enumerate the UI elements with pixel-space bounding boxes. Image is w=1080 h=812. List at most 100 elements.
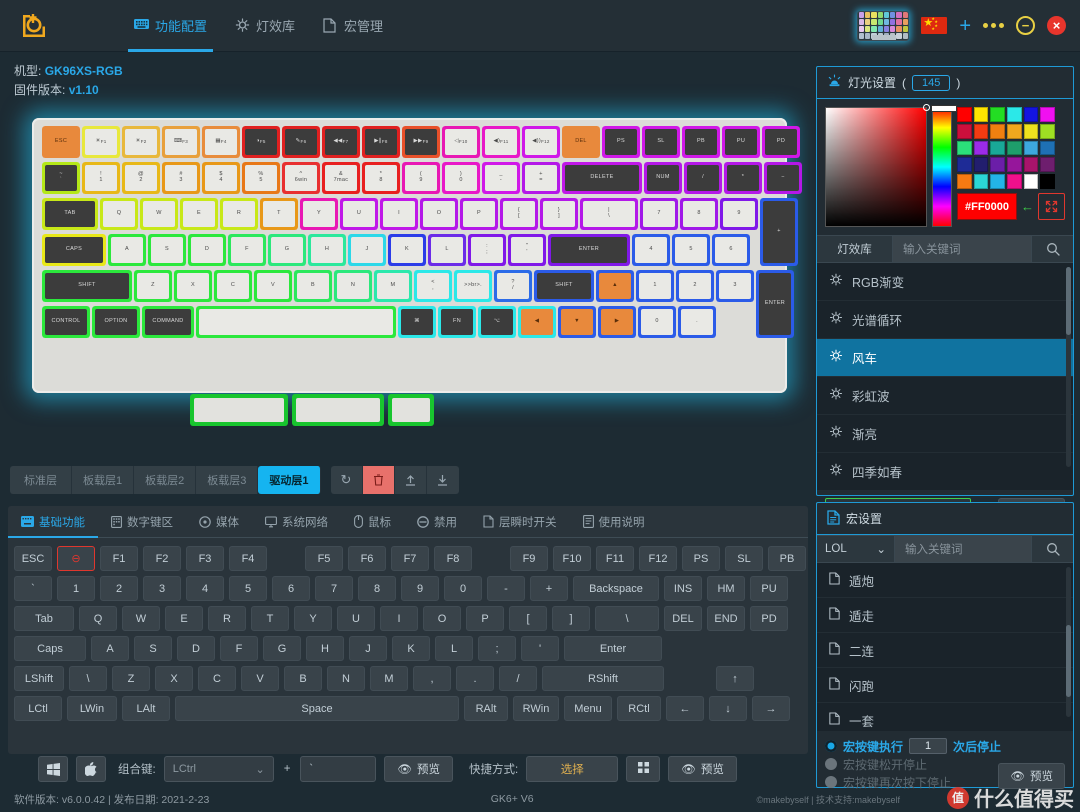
macro-group-select[interactable]: LOL ⌄ [817, 536, 895, 562]
macro-list-scrollbar[interactable] [1066, 567, 1071, 717]
preview-key[interactable]: ENTER [756, 270, 794, 338]
key-button[interactable]: RWin [513, 696, 559, 721]
preview-key[interactable]: ▶∥ F8 [362, 126, 400, 158]
preview-key[interactable]: P [460, 198, 498, 230]
preview-key[interactable]: 5 [672, 234, 710, 266]
key-button[interactable]: I [380, 606, 418, 631]
key-button[interactable]: [ [509, 606, 547, 631]
key-button[interactable]: 2 [100, 576, 138, 601]
preview-key[interactable]: SL [642, 126, 680, 158]
preview-key[interactable]: Z [134, 270, 172, 302]
effect-list-item[interactable]: 风车 [817, 339, 1073, 377]
key-button[interactable]: B [284, 666, 322, 691]
reset-layer-button[interactable]: ↻ [330, 466, 363, 494]
preview-key[interactable]: B [294, 270, 332, 302]
key-button[interactable]: F1 [100, 546, 138, 571]
key-button[interactable]: LShift [14, 666, 64, 691]
key-button[interactable]: M [370, 666, 408, 691]
color-swatch[interactable] [990, 140, 1005, 156]
key-button[interactable]: R [208, 606, 246, 631]
repeat-count-input[interactable]: 1 [909, 738, 948, 754]
preview-key[interactable]: }] [540, 198, 578, 230]
key-button[interactable]: C [198, 666, 236, 691]
color-swatch-grid[interactable] [957, 107, 1055, 189]
preview-key[interactable]: ✎ F6 [282, 126, 320, 158]
preview-key[interactable]: PS [602, 126, 640, 158]
key-button[interactable]: F7 [391, 546, 429, 571]
preview-key[interactable]: + = [522, 162, 560, 194]
key-button[interactable]: E [165, 606, 203, 631]
color-swatch[interactable] [973, 157, 989, 173]
preview-key[interactable]: ◁ F10 [442, 126, 480, 158]
color-swatch[interactable] [1007, 107, 1022, 122]
preview-key[interactable]: / [684, 162, 722, 194]
color-swatch[interactable] [957, 107, 972, 122]
preview-key[interactable]: PU [722, 126, 760, 158]
function-tab-5[interactable]: 禁用 [404, 506, 470, 537]
color-swatch[interactable] [1023, 107, 1039, 122]
color-swatch[interactable] [1023, 157, 1039, 173]
key-button[interactable]: PD [750, 606, 788, 631]
preview-key[interactable]: Y [300, 198, 338, 230]
color-swatch[interactable] [973, 140, 989, 156]
key-button[interactable]: , [413, 666, 451, 691]
preview-key[interactable]: D [188, 234, 226, 266]
key-button[interactable]: F5 [305, 546, 343, 571]
preview-key[interactable]: CAPS [42, 234, 106, 266]
preview-key[interactable]: | \ [580, 198, 638, 230]
key-button[interactable]: + [530, 576, 568, 601]
key-button[interactable]: HM [707, 576, 745, 601]
key-button[interactable]: X [155, 666, 193, 691]
preview-key[interactable]: I [380, 198, 418, 230]
preview-key[interactable]: NUM [644, 162, 682, 194]
key-button[interactable]: S [134, 636, 172, 661]
preview-key[interactable]: 9 [720, 198, 758, 230]
preview-key[interactable] [196, 306, 396, 338]
preview-key[interactable]: ▦ F4 [202, 126, 240, 158]
key-button[interactable]: LWin [67, 696, 117, 721]
color-swatch[interactable] [1040, 107, 1055, 122]
key-button[interactable]: U [337, 606, 375, 631]
preview-key[interactable]: DELETE [562, 162, 642, 194]
key-button[interactable]: 3 [143, 576, 181, 601]
macro-search-input[interactable]: 输入关键词 [895, 536, 1031, 562]
function-tab-7[interactable]: 使用说明 [570, 506, 658, 537]
key-button[interactable]: F6 [348, 546, 386, 571]
shortcut-preview-button[interactable]: 👁 预览 [668, 756, 737, 782]
color-swatch[interactable] [990, 107, 1005, 122]
preview-key[interactable]: " ' [508, 234, 546, 266]
key-button[interactable]: PU [750, 576, 788, 601]
minimize-button[interactable]: − [1016, 16, 1035, 35]
color-swatch[interactable] [1040, 123, 1055, 139]
key-button[interactable]: Q [79, 606, 117, 631]
preview-key[interactable]: ▲ [596, 270, 634, 302]
key-button[interactable]: RCtl [617, 696, 661, 721]
key-button[interactable]: Y [294, 606, 332, 631]
preview-key[interactable]: ~ ` [42, 162, 80, 194]
preview-key[interactable]: 4 [632, 234, 670, 266]
key-button[interactable]: 4 [186, 576, 224, 601]
preview-key[interactable]: % 5 [242, 162, 280, 194]
preview-key[interactable]: ^ 6win [282, 162, 320, 194]
color-swatch[interactable] [957, 123, 972, 139]
preview-key[interactable]: F [228, 234, 266, 266]
preview-key[interactable]: A [108, 234, 146, 266]
macro-option-row[interactable]: 宏按键执行 1 次后停止 [825, 737, 1065, 755]
preview-key[interactable]: 0 [638, 306, 676, 338]
preview-key[interactable]: @2 [122, 162, 160, 194]
macro-list-item[interactable]: 遁走 [817, 598, 1073, 633]
preview-key[interactable]: :; [468, 234, 506, 266]
key-button[interactable]: 5 [229, 576, 267, 601]
key-button[interactable]: H [306, 636, 344, 661]
key-button[interactable]: F4 [229, 546, 267, 571]
export-layer-button[interactable] [426, 466, 459, 494]
key-button[interactable]: T [251, 606, 289, 631]
color-picker[interactable]: #FF0000 ← [817, 99, 1073, 235]
color-swatch[interactable] [1007, 157, 1022, 173]
key-button[interactable]: F3 [186, 546, 224, 571]
preview-key[interactable]: J [348, 234, 386, 266]
key-button[interactable]: A [91, 636, 129, 661]
color-swatch[interactable] [990, 157, 1005, 173]
key-button[interactable]: PS [682, 546, 720, 571]
key-button[interactable]: F10 [553, 546, 591, 571]
